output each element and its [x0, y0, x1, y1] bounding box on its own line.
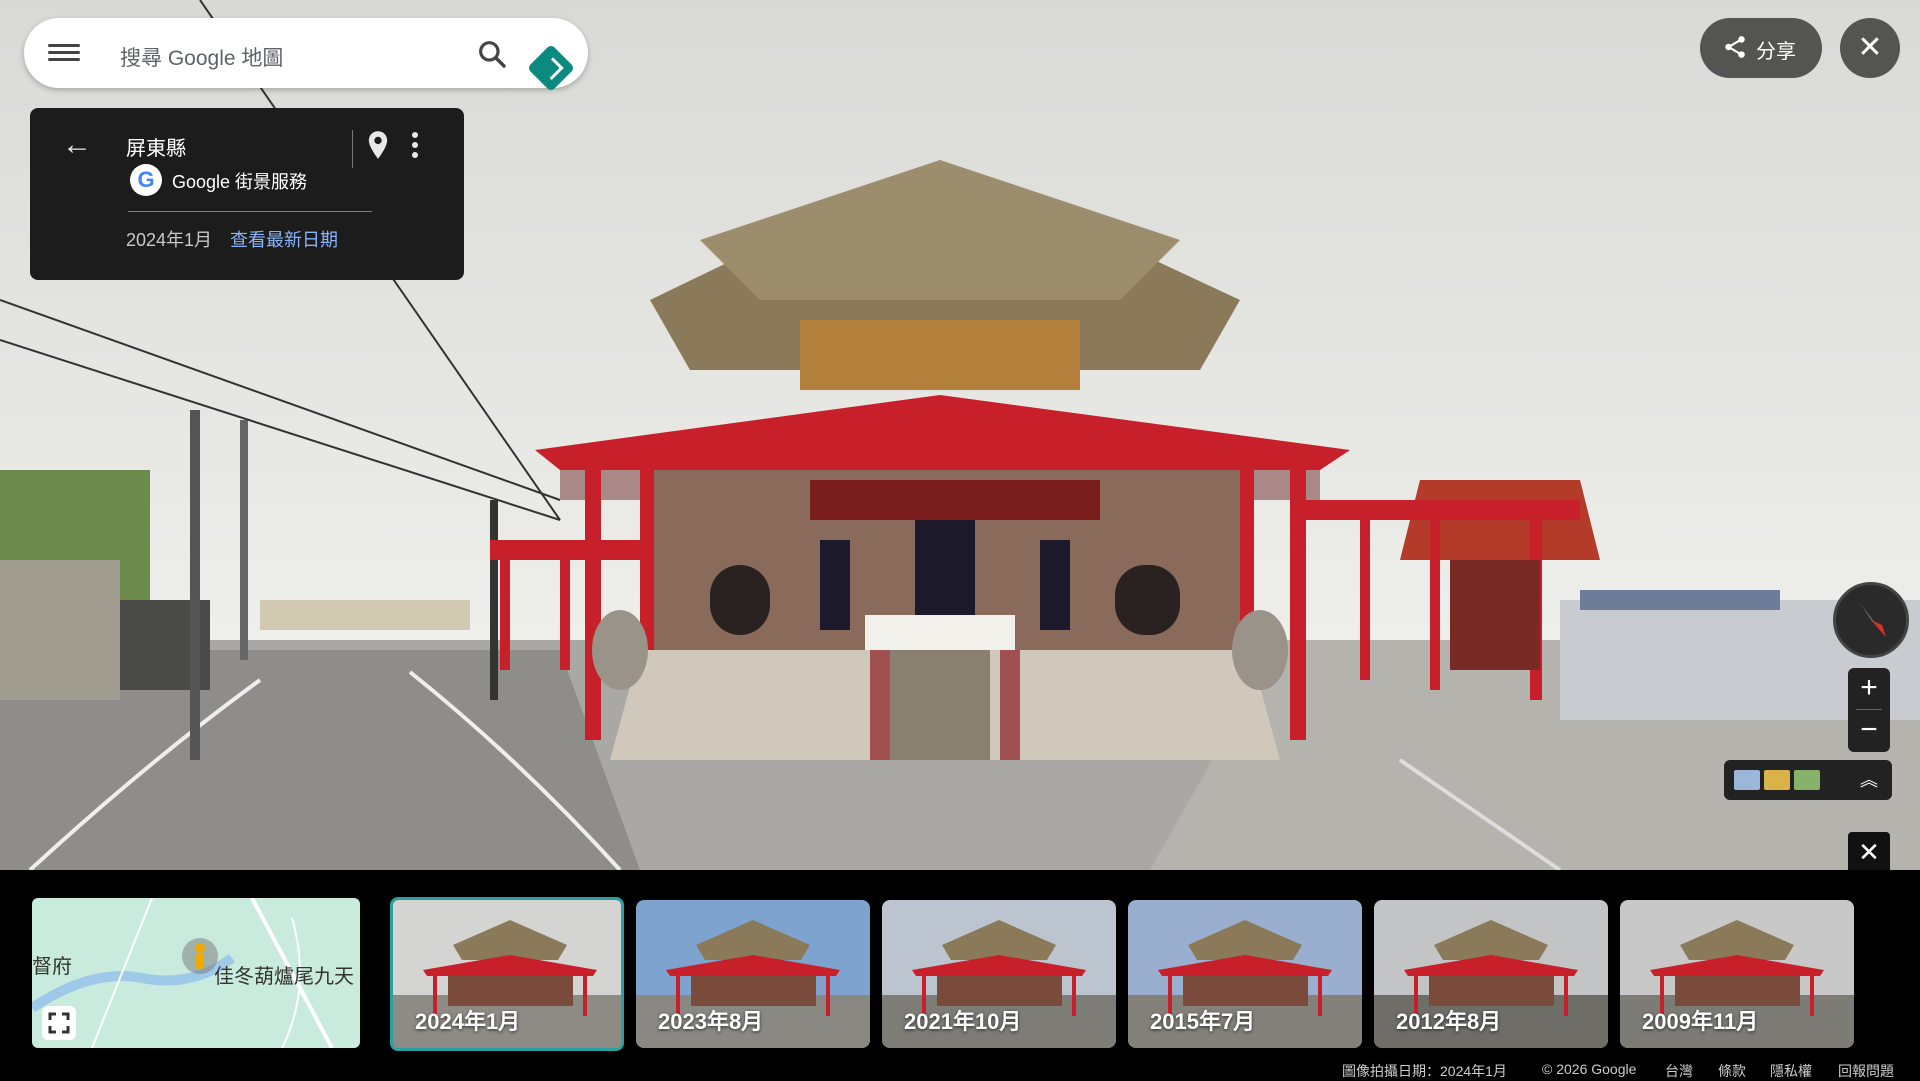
timeline-thumbnail-label: 2024年1月 [415, 1009, 521, 1034]
close-timeline-button[interactable]: ✕ [1848, 832, 1890, 872]
search-input[interactable]: 搜尋 Google 地圖 [120, 42, 283, 72]
zoom-in-button[interactable]: + [1848, 668, 1890, 708]
timeline-thumbnail[interactable]: 2012年8月 [1374, 900, 1608, 1048]
layer-thumbnail-2[interactable] [1764, 770, 1790, 790]
footer-capture-date: 圖像拍攝日期：2024年1月 [1342, 1063, 1507, 1079]
timeline-thumbnail[interactable]: 2009年11月 [1620, 900, 1854, 1048]
google-logo-icon: G [130, 164, 162, 196]
footer-copyright: © 2026 Google [1542, 1061, 1637, 1077]
timeline-thumbnail-label: 2021年10月 [904, 1009, 1022, 1034]
pegman-icon[interactable] [182, 938, 218, 974]
fullscreen-icon[interactable] [42, 1006, 76, 1040]
menu-icon[interactable] [48, 40, 80, 66]
footer-region[interactable]: 台灣 [1665, 1061, 1693, 1081]
zoom-out-button[interactable]: − [1848, 710, 1890, 750]
footer: 圖像拍攝日期：2024年1月 © 2026 Google 台灣 條款 隱私權 回… [0, 1058, 1920, 1080]
share-label: 分享 [1756, 41, 1796, 63]
timeline-thumbnail-label: 2015年7月 [1150, 1009, 1256, 1034]
share-button[interactable]: 分享 [1700, 18, 1822, 78]
compass-icon[interactable] [1833, 582, 1909, 658]
timeline-thumbnail-label: 2012年8月 [1396, 1009, 1502, 1034]
capture-date: 2024年1月 [126, 230, 213, 250]
timeline-strip: 督府 佳冬葫爐尾九天 2024年1月 2023年8月 2021年10月 2015年7月… [0, 870, 1920, 1080]
timeline-thumbnail[interactable]: 2021年10月 [882, 900, 1116, 1048]
share-icon [1725, 36, 1745, 58]
layer-thumbnail-1[interactable] [1734, 770, 1760, 790]
search-box[interactable]: 搜尋 Google 地圖 [24, 18, 588, 93]
location-info-card: ← 屏東縣 G Google 街景服務 2024年1月 查看最新日期 [30, 108, 464, 280]
timeline-thumbnail[interactable]: 2024年1月 [390, 897, 624, 1051]
mini-map[interactable]: 督府 佳冬葫爐尾九天 [32, 898, 360, 1048]
location-title: 屏東縣 [126, 138, 186, 160]
see-latest-date-link[interactable]: 查看最新日期 [230, 226, 338, 252]
back-arrow-icon[interactable]: ← [62, 128, 92, 162]
layer-thumbnail-3[interactable] [1794, 770, 1820, 790]
footer-report-link[interactable]: 回報問題 [1838, 1061, 1894, 1081]
card-divider [128, 211, 372, 212]
provider-name: Google 街景服務 [172, 172, 308, 192]
more-options-icon[interactable] [412, 132, 420, 162]
close-button[interactable]: ✕ [1840, 18, 1900, 78]
map-pin-icon[interactable] [367, 130, 389, 160]
footer-terms-link[interactable]: 條款 [1718, 1061, 1746, 1081]
timeline-thumbnail[interactable]: 2023年8月 [636, 900, 870, 1048]
timeline-thumbnail-label: 2023年8月 [658, 1009, 764, 1034]
footer-privacy-link[interactable]: 隱私權 [1770, 1061, 1812, 1081]
timeline-thumbnail[interactable]: 2015年7月 [1128, 900, 1362, 1048]
layers-control: ︽ [1724, 760, 1892, 800]
map-place-label: 佳冬葫爐尾九天 [214, 966, 354, 988]
search-icon[interactable] [476, 38, 508, 70]
expand-up-icon[interactable]: ︽ [1860, 766, 1878, 792]
timeline-thumbnail-label: 2009年11月 [1642, 1009, 1759, 1034]
divider [352, 130, 353, 168]
zoom-control: + − [1848, 668, 1890, 752]
map-label: 督府 [32, 956, 72, 978]
